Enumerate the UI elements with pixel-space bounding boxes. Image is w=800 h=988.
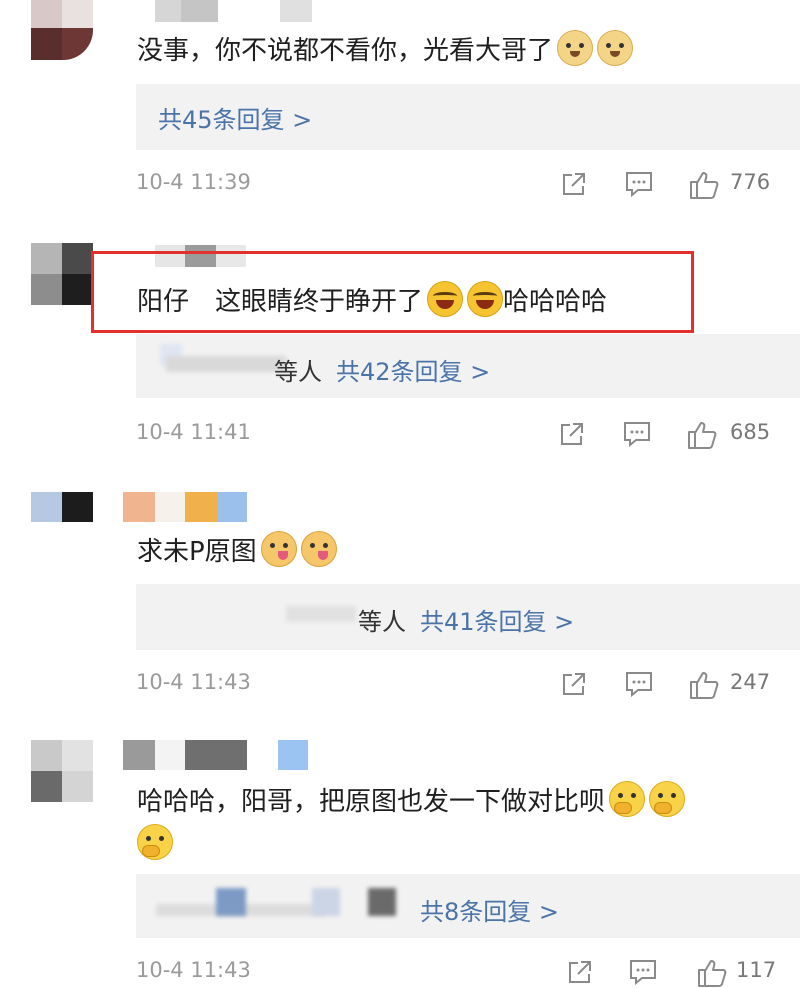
reply-preview-box[interactable]: 等人 共42条回复 > <box>136 334 800 398</box>
thinking-emoji <box>609 781 646 817</box>
like-count: 117 <box>736 958 777 982</box>
highlight-box <box>91 251 694 333</box>
thinking-emoji <box>649 781 686 817</box>
drool-emoji <box>260 531 297 567</box>
thumbs-up-icon[interactable] <box>686 420 718 450</box>
reply-preview-box[interactable]: 等人 共41条回复 > <box>136 584 800 650</box>
reply-count-link[interactable]: 共8条回复 > <box>420 892 559 927</box>
redacted-avatar <box>216 888 246 916</box>
comment-meta: 10-4 11:43 117 <box>136 958 800 988</box>
timestamp: 10-4 11:43 <box>136 670 251 694</box>
reply-prefix: 等人 <box>274 358 322 386</box>
thinking-emoji <box>137 824 173 860</box>
redacted-avatar <box>368 888 396 916</box>
timestamp: 10-4 11:39 <box>136 170 251 194</box>
share-icon[interactable] <box>560 670 588 698</box>
comment-text: 求未P原图 <box>137 531 337 570</box>
avatar[interactable] <box>31 243 93 305</box>
doge-emoji <box>557 30 594 66</box>
share-icon[interactable] <box>558 420 586 448</box>
comment-meta: 10-4 11:43 247 <box>136 670 800 700</box>
comment-icon[interactable] <box>622 420 652 448</box>
comment-text-wrap <box>137 824 173 863</box>
reply-preview-box[interactable]: 共8条回复 > <box>136 874 800 938</box>
redacted-avatar <box>312 888 340 916</box>
timestamp: 10-4 11:41 <box>136 420 251 444</box>
thumbs-up-icon[interactable] <box>696 958 728 988</box>
avatar[interactable] <box>31 492 93 522</box>
comment-text: 哈哈哈，阳哥，把原图也发一下做对比呗 <box>137 781 686 820</box>
like-count: 776 <box>730 170 771 194</box>
reply-count-link[interactable]: 共42条回复 > <box>336 352 490 387</box>
share-icon[interactable] <box>560 170 588 198</box>
thumbs-up-icon[interactable] <box>688 170 720 200</box>
comment-meta: 10-4 11:39 776 <box>136 170 800 200</box>
avatar[interactable] <box>31 0 93 60</box>
avatar[interactable] <box>31 740 93 802</box>
share-icon[interactable] <box>566 958 594 986</box>
comment-icon[interactable] <box>624 670 654 698</box>
redacted-name <box>166 356 286 372</box>
doge-emoji <box>597 30 634 66</box>
reply-count-link[interactable]: 共41条回复 > <box>420 602 574 637</box>
like-count: 247 <box>730 670 771 694</box>
redacted-name <box>286 606 356 622</box>
comment-icon[interactable] <box>624 170 654 198</box>
comment-text: 没事，你不说都不看你，光看大哥了 <box>137 30 634 69</box>
like-count: 685 <box>730 420 771 444</box>
reply-prefix: 等人 <box>358 608 406 636</box>
drool-emoji <box>300 531 337 567</box>
reply-count-link[interactable]: 共45条回复 > <box>158 100 312 135</box>
comment-meta: 10-4 11:41 685 <box>136 420 800 450</box>
thumbs-up-icon[interactable] <box>688 670 720 700</box>
comment-icon[interactable] <box>628 958 658 986</box>
reply-preview-box[interactable]: 共45条回复 > <box>136 84 800 150</box>
timestamp: 10-4 11:43 <box>136 958 251 982</box>
